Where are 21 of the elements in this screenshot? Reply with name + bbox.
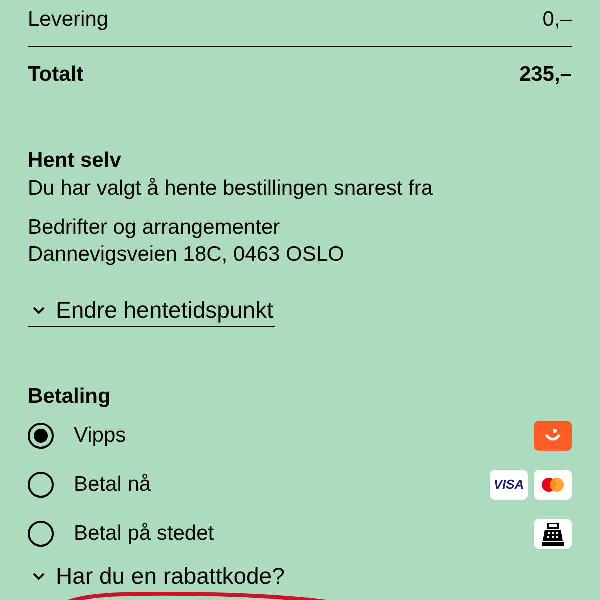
radio-button[interactable] [28, 520, 54, 546]
option-label: Betal nå [74, 472, 152, 496]
radio-button[interactable] [28, 472, 54, 498]
overlapping-circles-icon [534, 470, 572, 500]
location-name: Bedrifter og arrangementer [28, 215, 282, 241]
section-title: Hent selv [28, 148, 122, 174]
option-label: Betal på stedet [74, 522, 216, 546]
smile-logo-icon [534, 420, 572, 450]
total-amount: 235,– [519, 62, 572, 88]
card-logo: VISA [490, 470, 528, 500]
pickup-description: Du har valgt å hente bestillingen snarest fra [28, 176, 434, 202]
discount-code-link[interactable]: Har du en rabattkode? [28, 562, 287, 592]
option-label: Vipps [74, 424, 128, 448]
section-title: Betaling [28, 384, 112, 410]
change-time-link[interactable]: Endre hentetidspunkt [28, 296, 276, 327]
cash-register-icon [534, 518, 572, 548]
location-address: Dannevigsveien 18C, 0463 OSLO [28, 242, 346, 268]
radio-button[interactable] [28, 422, 54, 448]
line-amount: 0,– [542, 7, 572, 33]
line-label: Levering [28, 7, 109, 33]
total-label: Totalt [28, 62, 84, 88]
